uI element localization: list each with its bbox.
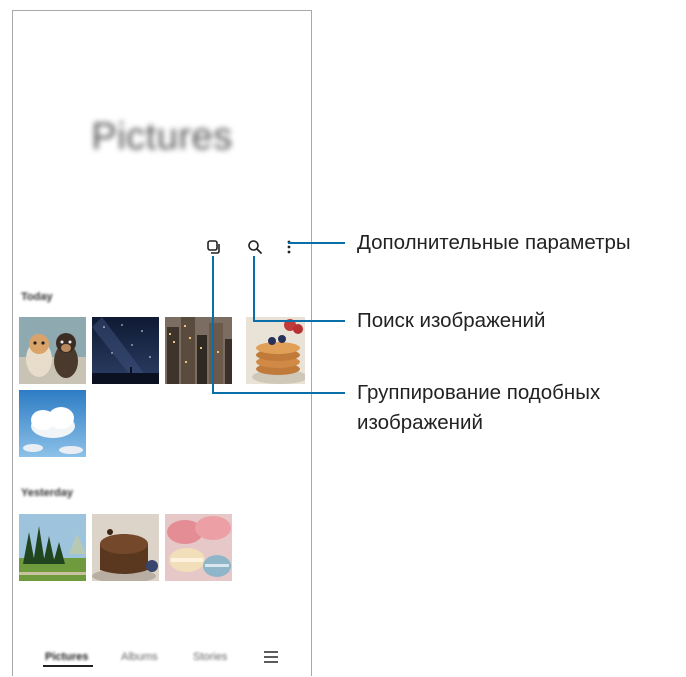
tab-albums[interactable]: Albums (121, 651, 158, 663)
photo-thumbnail-forest[interactable] (19, 514, 86, 581)
section-label-yesterday: Yesterday (21, 487, 73, 499)
page-title: Pictures (91, 116, 233, 158)
tab-stories[interactable]: Stories (193, 651, 227, 663)
gallery-screen: Pictures Today Yesterday Pictures Albums… (12, 10, 312, 676)
more-options-icon[interactable] (279, 237, 299, 257)
photo-thumbnail-pets[interactable] (19, 317, 86, 384)
callout-more-options: Дополнительные параметры (357, 231, 631, 254)
section-label-today: Today (21, 291, 53, 303)
active-tab-indicator (43, 665, 93, 667)
callout-search: Поиск изображений (357, 309, 546, 332)
search-icon[interactable] (245, 237, 265, 257)
menu-icon[interactable] (263, 650, 279, 664)
group-similar-icon[interactable] (204, 237, 224, 257)
callout-group-similar-line2: изображений (357, 411, 483, 434)
photo-thumbnail-city[interactable] (165, 317, 232, 384)
photo-thumbnail-pancakes[interactable] (238, 317, 305, 384)
photo-thumbnail-night-sky[interactable] (92, 317, 159, 384)
tab-pictures[interactable]: Pictures (45, 651, 88, 663)
photo-thumbnail-macarons[interactable] (165, 514, 232, 581)
bottom-navigation: Pictures Albums Stories (13, 647, 311, 677)
callout-group-similar-line1: Группирование подобных (357, 381, 601, 404)
photo-thumbnail-cake[interactable] (92, 514, 159, 581)
photo-thumbnail-clouds[interactable] (19, 390, 86, 457)
